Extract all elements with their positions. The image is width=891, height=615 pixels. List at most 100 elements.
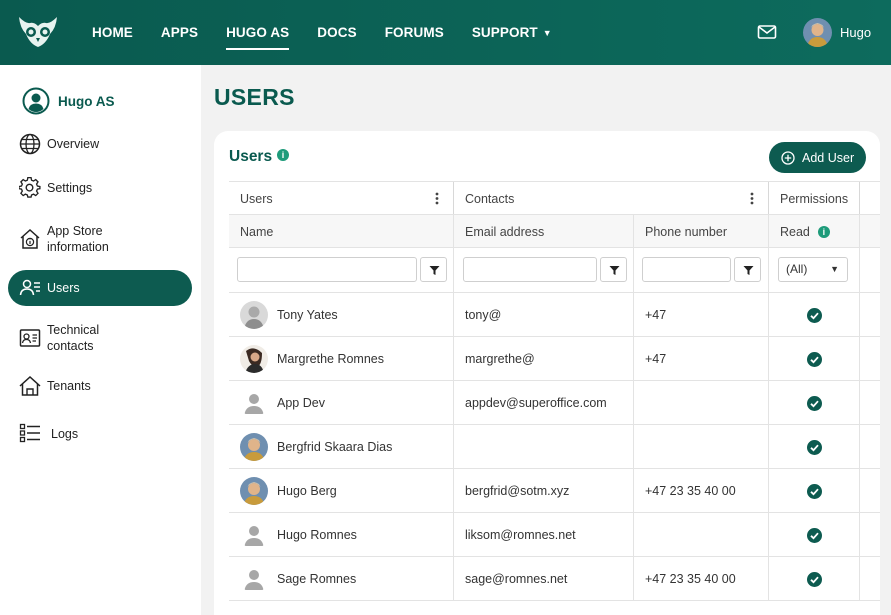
name-filter-input[interactable] (237, 257, 417, 282)
list-icon (19, 423, 40, 443)
email-text: bergfrid@sotm.xyz (465, 484, 570, 498)
avatar (240, 565, 268, 593)
email-text: sage@romnes.net (465, 572, 568, 586)
phone-text: +47 23 35 40 00 (645, 572, 736, 586)
table-row[interactable]: Tony Yates tony@ +47 (229, 293, 880, 337)
user-photo-icon (803, 18, 832, 47)
nav-support[interactable]: SUPPORT ▼ (472, 0, 552, 65)
sidebar-item-users[interactable]: Users (8, 270, 192, 306)
sidebar-item-technical-contacts[interactable]: Technical contacts (8, 322, 192, 354)
cell-phone (634, 425, 769, 469)
sidebar: Hugo AS Overview Settings App Store info… (0, 65, 201, 615)
user-name-text: Bergfrid Skaara Dias (277, 440, 393, 454)
filter-cell-email (454, 248, 634, 293)
info-icon[interactable]: i (817, 225, 830, 238)
check-circle-icon[interactable] (806, 483, 822, 499)
org-header: Hugo AS (22, 87, 115, 115)
sidebar-item-settings[interactable]: Settings (8, 177, 192, 199)
group-header-permissions: Permissions (769, 182, 860, 215)
phone-text: +47 (645, 308, 667, 322)
cell-name: Hugo Romnes (229, 513, 454, 557)
nav-apps[interactable]: APPS (161, 0, 198, 65)
group-header-label: Permissions (780, 191, 849, 206)
user-name-text: App Dev (277, 396, 325, 410)
column-header-label: Read (780, 224, 810, 239)
account-circle-icon (22, 87, 50, 115)
user-name-text: Hugo Romnes (277, 528, 357, 542)
cell-name: Bergfrid Skaara Dias (229, 425, 454, 469)
user-name[interactable]: Hugo (840, 25, 871, 40)
check-circle-icon[interactable] (806, 307, 822, 323)
column-header-name[interactable]: Name (229, 215, 454, 248)
group-header-label: Contacts (465, 191, 515, 206)
cell-email: bergfrid@sotm.xyz (454, 469, 634, 513)
owl-logo-icon[interactable] (16, 14, 60, 50)
cell-read (769, 293, 860, 337)
check-circle-icon[interactable] (806, 351, 822, 367)
column-header-email[interactable]: Email address (454, 215, 634, 248)
email-filter-button[interactable] (600, 257, 627, 282)
sidebar-item-logs[interactable]: Logs (8, 422, 192, 444)
home-info-icon (20, 228, 40, 249)
avatar (240, 301, 268, 329)
nav-docs[interactable]: DOCS (317, 0, 356, 65)
table-row[interactable]: Sage Romnes sage@romnes.net +47 23 35 40 0… (229, 557, 880, 601)
cell-read (769, 513, 860, 557)
nav-apps-label: APPS (160, 25, 199, 40)
sidebar-item-tenants[interactable]: Tenants (8, 375, 192, 397)
main-nav: HOME APPS HUGO AS DOCS FORUMS SUPPORT ▼ (92, 0, 552, 65)
table-row[interactable]: Bergfrid Skaara Dias (229, 425, 880, 469)
cell-email: appdev@superoffice.com (454, 381, 634, 425)
sidebar-item-overview[interactable]: Overview (8, 133, 192, 155)
check-circle-icon[interactable] (806, 527, 822, 543)
contact-card-icon (19, 329, 41, 347)
group-header-row: Users Contacts Permissions (229, 181, 880, 215)
column-header-read[interactable]: Read i (769, 215, 860, 248)
card-title: Users (229, 148, 273, 165)
sidebar-item-label: Technical contacts (47, 323, 100, 353)
column-header-phone[interactable]: Phone number (634, 215, 769, 248)
cell-phone: +47 (634, 293, 769, 337)
column-header-label: Phone number (645, 224, 728, 239)
phone-filter-input[interactable] (642, 257, 731, 282)
cell-phone (634, 513, 769, 557)
table-row[interactable]: Hugo Berg bergfrid@sotm.xyz +47 23 35 40 0… (229, 469, 880, 513)
check-circle-icon[interactable] (806, 571, 822, 587)
table-row[interactable]: App Dev appdev@superoffice.com (229, 381, 880, 425)
avatar (240, 345, 268, 373)
chevron-down-icon: ▼ (542, 27, 552, 38)
check-circle-icon[interactable] (806, 395, 822, 411)
phone-filter-button[interactable] (734, 257, 761, 282)
nav-hugo-as[interactable]: HUGO AS (226, 0, 290, 65)
table-row[interactable]: Hugo Romnes liksom@romnes.net (229, 513, 880, 557)
name-filter-button[interactable] (420, 257, 447, 282)
gear-icon (19, 177, 41, 198)
nav-forums[interactable]: FORUMS (385, 0, 444, 65)
check-circle-icon[interactable] (806, 439, 822, 455)
sidebar-item-app-store-information[interactable]: App Store information (8, 223, 192, 255)
cell-email: liksom@romnes.net (454, 513, 634, 557)
mail-icon[interactable] (757, 23, 777, 41)
read-filter-value: (All) (786, 262, 808, 276)
filter-icon (429, 266, 440, 275)
chevron-down-icon: ▼ (830, 264, 839, 274)
sidebar-item-label: Settings (47, 181, 93, 195)
info-icon[interactable]: i (277, 149, 289, 161)
user-avatar[interactable] (803, 18, 832, 47)
more-vertical-icon[interactable] (435, 192, 439, 205)
table-row[interactable]: Margrethe Romnes margrethe@ +47 (229, 337, 880, 381)
read-filter-select[interactable]: (All) ▼ (778, 257, 848, 282)
add-user-button[interactable]: Add User (769, 142, 866, 173)
cell-read (769, 337, 860, 381)
nav-home[interactable]: HOME (92, 0, 133, 65)
filter-cell-phone (634, 248, 769, 293)
sidebar-item-label: App Store information (47, 224, 109, 254)
column-header-label: Email address (465, 224, 545, 239)
more-vertical-icon[interactable] (750, 192, 754, 205)
avatar (240, 389, 268, 417)
cell-phone: +47 23 35 40 00 (634, 469, 769, 513)
user-name-text: Sage Romnes (277, 572, 357, 586)
cell-name: Sage Romnes (229, 557, 454, 601)
column-header-row: Name Email address Phone number Read i (229, 214, 880, 248)
email-filter-input[interactable] (463, 257, 597, 282)
